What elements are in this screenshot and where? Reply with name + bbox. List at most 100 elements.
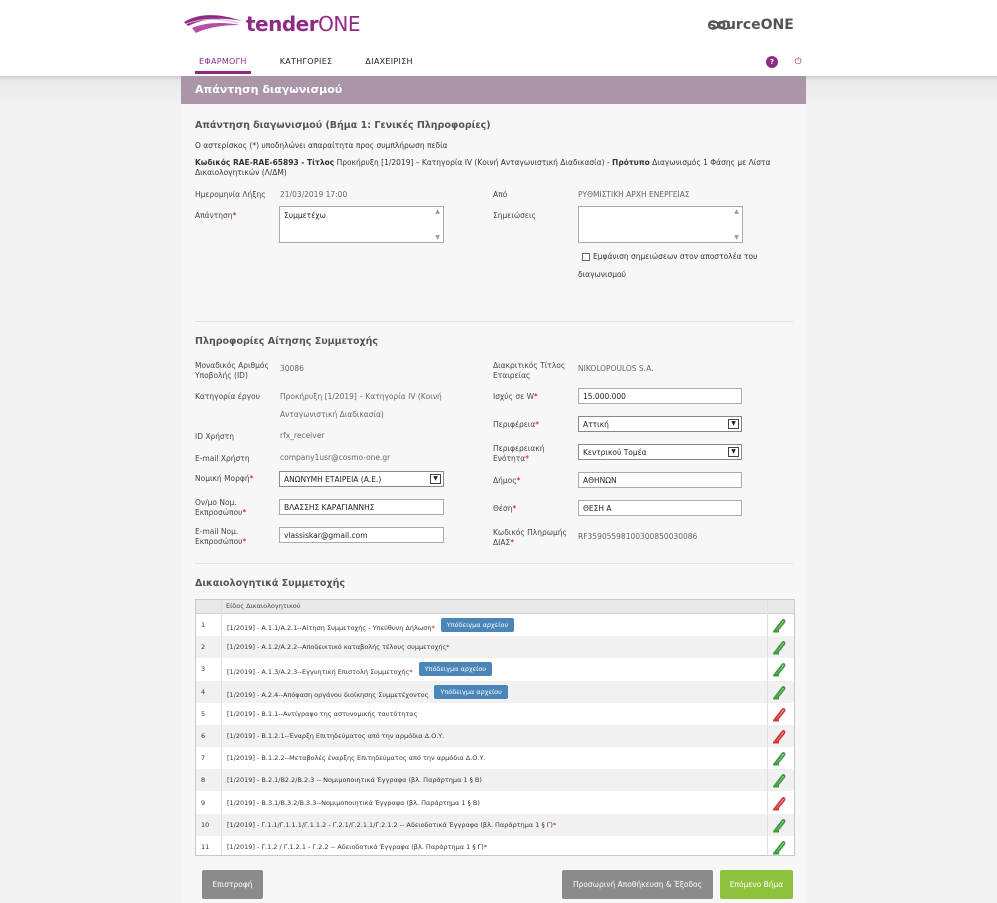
paperclip-attach-icon[interactable] — [772, 728, 786, 744]
submission-id-value: 30086 — [280, 364, 304, 373]
user-email-label: E-mail Χρήστη — [195, 454, 250, 463]
submission-id-label: Μοναδικός Αριθμός Υποβολής (ID) — [195, 361, 269, 380]
deadline-label: Ημερομηνία Λήξης — [195, 190, 266, 199]
rep-email-input[interactable]: vlassiskar@gmail.com — [279, 527, 444, 543]
legal-form-label: Νομική Μορφή* — [195, 474, 254, 483]
table-header: Είδος Δικαιολογητικού — [196, 600, 794, 614]
legal-form-select[interactable]: ΑΝΩΝΥΜΗ ΕΤΑΙΡΕΙΑ (Α.Ε.) ▼ — [279, 471, 444, 487]
page-title: Απάντηση διαγωνισμού — [181, 76, 806, 104]
answer-textarea[interactable]: Συμμετέχω ▲ ▼ — [279, 206, 444, 243]
regional-unit-select[interactable]: Κεντρικού Τομέα ▼ — [578, 444, 742, 460]
deadline-value: 21/03/2019 17:00 — [280, 190, 348, 199]
paperclip-attach-icon[interactable] — [772, 795, 786, 811]
table-row: 9 [1/2019] - Β.3.1/Β.3.2/Β.3.3--Νομιμοποι… — [196, 792, 794, 814]
next-step-button[interactable]: Επόμενο Βήμα — [720, 870, 793, 899]
document-text: [1/2019] - Β.3.1/Β.3.2/Β.3.3--Νομιμοποιη… — [227, 798, 480, 807]
paperclip-attach-icon[interactable] — [772, 617, 786, 633]
row-number: 10 — [201, 820, 210, 829]
document-name: [1/2019] - Γ.1.2 / Γ.1.2.1 - Γ.2.2 -- Αδ… — [227, 843, 487, 851]
table-row: 6 [1/2019] - Β.1.2.1--Έναρξη Επιτηδεύματο… — [196, 725, 794, 747]
municipality-label: Δήμος* — [493, 476, 521, 485]
payment-code-value: RF35905598100300850030086 — [578, 532, 698, 541]
table-row: 4 [1/2019] - Α.2.4--Απόφαση οργάνου διοίκ… — [196, 680, 794, 703]
power-input[interactable]: 15.000.000 — [578, 388, 742, 404]
regional-unit-label: Περιφερειακή Ενότητα* — [493, 444, 545, 463]
sourceone-text: sourceONE — [708, 17, 794, 33]
sample-file-button[interactable]: Υπόδειγμα αρχείου — [440, 618, 515, 632]
logo-text: tenderONE — [246, 12, 360, 36]
nav-tab-categories[interactable]: ΚΑΤΗΓΟΡΙΕΣ — [276, 54, 337, 74]
table-row: 3 [1/2019] - Α.1.3/Α.2.3--Εγγυητική Επιστ… — [196, 658, 794, 680]
document-name: [1/2019] - Β.1.2.2--Μεταβολές έναρξης Επ… — [227, 754, 486, 762]
tender-template-label: Πρότυπο — [612, 158, 650, 167]
paperclip-attach-icon[interactable] — [772, 750, 786, 766]
sample-file-button[interactable]: Υπόδειγμα αρχείου — [418, 662, 493, 677]
table-row: 7 [1/2019] - Β.1.2.2--Μεταβολές έναρξης Ε… — [196, 747, 794, 769]
rep-name-input[interactable]: ΒΛΑΣΣΗΣ ΚΑΡΑΓΙΑΝΝΗΣ — [279, 499, 444, 515]
power-label: Ισχύς σε W* — [493, 392, 538, 401]
textarea-scrollbar[interactable]: ▲ ▼ — [433, 208, 442, 241]
position-label: Θέση* — [493, 504, 517, 513]
nav-icons: ? ⏻ — [752, 56, 804, 68]
table-row: 5 [1/2019] - Β.1.1--Αντίγραφο της αστυνομ… — [196, 703, 794, 725]
paperclip-attach-icon[interactable] — [772, 839, 786, 855]
paperclip-attach-icon[interactable] — [772, 639, 786, 655]
region-select[interactable]: Αττική ▼ — [578, 416, 742, 432]
category-value-2: Ανταγωνιστική Διαδικασία) — [280, 410, 384, 419]
section-divider — [195, 563, 793, 564]
document-name: [1/2019] - Β.2.1/Β2.2/Β.2.3 -- Νομιμοποι… — [227, 776, 482, 784]
table-row: 1 [1/2019] - Α.1.1/Α.2.1--Αίτηση Συμμετοχ… — [196, 614, 794, 636]
power-icon[interactable]: ⏻ — [792, 56, 804, 68]
tender-info-line1: Κωδικός RAE-RAE-65893 - Τίτλος Προκήρυξη… — [195, 158, 771, 167]
document-text: [1/2019] - Β.1.1--Αντίγραφο της αστυνομι… — [227, 709, 418, 718]
municipality-input[interactable]: ΑΘΗΝΩΝ — [578, 472, 742, 488]
tender-info-line2: Δικαιολογητικών (Λ/ΔΜ) — [195, 168, 287, 177]
step1-title: Απάντηση διαγωνισμού (Βήμα 1: Γενικές Πλ… — [195, 120, 491, 131]
user-email-value: company1usr@cosmo-one.gr — [280, 453, 391, 462]
show-notes-label-2: διαγωνισμού — [578, 270, 626, 279]
answer-value: Συμμετέχω — [284, 211, 326, 220]
row-number: 9 — [201, 798, 206, 807]
from-value: ΡΥΘΜΙΣΤΙΚΗ ΑΡΧΗ ΕΝΕΡΓΕΙΑΣ — [578, 190, 690, 199]
nav-tab-management[interactable]: ΔΙΑΧΕΙΡΙΣΗ — [361, 54, 416, 74]
document-text: [1/2019] - Α.1.3/Α.2.3--Εγγυητική Επιστο… — [227, 668, 410, 677]
app-header: tenderONE sourceONE ΕΦΑΡΜΟΓΗ ΚΑΤΗΓΟΡΙΕΣ … — [0, 0, 997, 76]
user-id-label: ID Χρήστη — [195, 432, 235, 441]
from-label: Από — [493, 190, 508, 199]
row-number: 7 — [201, 754, 206, 763]
document-text: [1/2019] - Γ.1.2 / Γ.1.2.1 - Γ.2.2 -- Αδ… — [227, 843, 484, 851]
tender-code: Κωδικός RAE-RAE-65893 - — [195, 158, 308, 167]
required-note: Ο αστερίσκος (*) υποδηλώνει απαραίτητα π… — [195, 141, 448, 150]
paperclip-attach-icon[interactable] — [772, 817, 786, 833]
notes-scrollbar[interactable]: ▲ ▼ — [732, 208, 741, 241]
column-divider — [767, 600, 768, 855]
answer-label: Απάντηση* — [195, 211, 237, 220]
required-marker: * — [483, 843, 488, 851]
show-notes-checkbox[interactable] — [582, 253, 590, 261]
trade-name-label: Διακριτικός Τίτλος Εταιρείας — [493, 361, 566, 380]
paperclip-attach-icon[interactable] — [772, 661, 786, 677]
document-text: [1/2019] - Β.1.2.1--Έναρξη Επιτηδεύματος… — [227, 732, 445, 740]
tender-template-value: Διαγωνισμός 1 Φάσης με Λίστα — [649, 158, 771, 167]
help-icon[interactable]: ? — [766, 56, 778, 68]
notes-textarea[interactable]: ▲ ▼ — [578, 206, 743, 243]
row-number: 3 — [201, 665, 206, 674]
required-marker: * — [446, 643, 450, 652]
paperclip-attach-icon[interactable] — [772, 772, 786, 788]
payment-code-label: Κωδικός Πληρωμής ΔΙΑΣ* — [493, 528, 567, 547]
save-exit-button[interactable]: Προσωρινή Αποθήκευση & Έξοδος — [562, 870, 713, 899]
back-button[interactable]: Επιστροφή — [202, 870, 263, 899]
position-input[interactable]: ΘΕΣΗ Α — [578, 500, 742, 516]
paperclip-attach-icon[interactable] — [772, 684, 786, 700]
document-name: [1/2019] - Β.1.2.1--Έναρξη Επιτηδεύματος… — [227, 732, 444, 740]
document-name: [1/2019] - Β.1.1--Αντίγραφο της αστυνομι… — [227, 710, 417, 718]
document-name: [1/2019] - Γ.1.1/Γ.1.1.1/Γ.1.1.2 - Γ.2.1… — [227, 821, 556, 829]
paperclip-attach-icon[interactable] — [772, 706, 786, 722]
nav-tab-application[interactable]: ΕΦΑΡΜΟΓΗ — [195, 54, 251, 74]
main-nav: ΕΦΑΡΜΟΓΗ ΚΑΤΗΓΟΡΙΕΣ ΔΙΑΧΕΙΡΙΣΗ — [195, 54, 442, 74]
show-notes-label-1: Εμφάνιση σημειώσεων στον αποστολέα του — [593, 252, 758, 261]
document-name: [1/2019] - Α.1.1/Α.2.1--Αίτηση Συμμετοχή… — [227, 618, 515, 635]
sample-file-button[interactable]: Υπόδειγμα αρχείου — [434, 684, 508, 699]
tenderone-logo[interactable]: tenderONE — [182, 12, 360, 36]
required-marker: * — [431, 624, 435, 632]
